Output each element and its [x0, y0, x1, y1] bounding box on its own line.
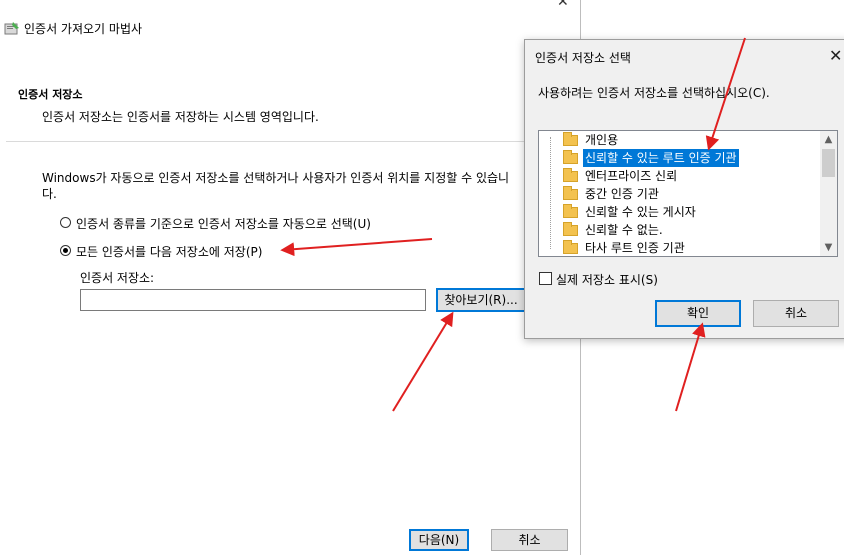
dialog-instruction: 사용하려는 인증서 저장소를 선택하십시오(C).	[538, 86, 770, 100]
show-physical-label[interactable]: 실제 저장소 표시(S)	[556, 271, 658, 288]
header-divider	[6, 141, 580, 142]
chevron-up-icon[interactable]: ▲	[820, 131, 837, 148]
close-icon[interactable]: ✕	[557, 0, 569, 10]
auto-select-label[interactable]: 인증서 종류를 기준으로 인증서 저장소를 자동으로 선택(U)	[76, 215, 371, 232]
next-button[interactable]: 다음(N)	[409, 529, 469, 551]
section-description: 인증서 저장소는 인증서를 저장하는 시스템 영역입니다.	[42, 110, 319, 124]
scrollbar-thumb[interactable]	[822, 149, 835, 177]
store-tree[interactable]: 개인용 신뢰할 수 있는 루트 인증 기관 엔터프라이즈 신뢰 중간 인증 기관…	[538, 130, 838, 257]
certificate-wizard-icon	[4, 22, 19, 35]
folder-icon	[563, 222, 578, 236]
manual-store-radio[interactable]	[60, 245, 71, 256]
section-heading: 인증서 저장소	[18, 88, 83, 101]
store-select-dialog: 인증서 저장소 선택 ✕ 사용하려는 인증서 저장소를 선택하십시오(C). 개…	[524, 39, 844, 339]
store-label: 인증서 저장소:	[80, 271, 155, 285]
dialog-title: 인증서 저장소 선택	[535, 51, 631, 65]
manual-store-label[interactable]: 모든 인증서를 다음 저장소에 저장(P)	[76, 243, 262, 260]
folder-icon	[563, 150, 578, 164]
folder-icon	[563, 240, 578, 254]
browse-button[interactable]: 찾아보기(R)...	[436, 288, 526, 312]
dialog-cancel-button[interactable]: 취소	[753, 300, 839, 327]
wizard-cancel-button[interactable]: 취소	[491, 529, 568, 551]
tree-item-label: 개인용	[585, 133, 619, 147]
window-title: 인증서 가져오기 마법사	[24, 22, 143, 36]
ok-button[interactable]: 확인	[655, 300, 741, 327]
folder-icon	[563, 168, 578, 182]
tree-scrollbar[interactable]: ▲ ▼	[820, 131, 837, 256]
folder-icon	[563, 204, 578, 218]
certificate-import-wizard: 인증서 가져오기 마법사 ✕ 인증서 저장소 인증서 저장소는 인증서를 저장하…	[0, 0, 581, 555]
intro-text: Windows가 자동으로 인증서 저장소를 선택하거나 사용자가 인증서 위치…	[42, 171, 510, 201]
tree-connector	[550, 137, 551, 249]
tree-item-label: 신뢰할 수 있는 루트 인증 기관	[582, 148, 740, 168]
tree-item-label: 타사 루트 인증 기관	[585, 241, 685, 255]
close-icon[interactable]: ✕	[829, 46, 842, 65]
tree-item-label: 중간 인증 기관	[585, 187, 659, 201]
chevron-down-icon[interactable]: ▼	[820, 239, 837, 256]
folder-icon	[563, 186, 578, 200]
tree-item-label: 엔터프라이즈 신뢰	[585, 169, 678, 183]
show-physical-checkbox[interactable]	[539, 272, 552, 285]
folder-icon	[563, 132, 578, 146]
store-input[interactable]	[80, 289, 426, 311]
tree-item-label: 신뢰할 수 있는 게시자	[585, 205, 696, 219]
tree-item-label: 신뢰할 수 없는.	[585, 223, 663, 237]
auto-select-radio[interactable]	[60, 217, 71, 228]
